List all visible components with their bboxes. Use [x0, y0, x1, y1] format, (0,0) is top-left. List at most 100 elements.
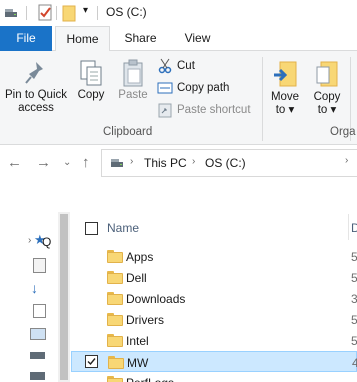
qa-separator [97, 6, 98, 20]
file-list: ^ Name D Apps5Dell5Downloads3Drivers5Int… [71, 212, 357, 382]
column-divider[interactable] [348, 214, 349, 240]
navigation-pane-scrollbar[interactable] [58, 212, 70, 382]
copy-path-icon [156, 80, 174, 96]
file-row[interactable]: PerfLogs [71, 372, 357, 382]
downloads-arrow-icon[interactable]: ↓ [31, 280, 38, 296]
move-to-icon [266, 59, 304, 91]
file-name: Downloads [126, 292, 186, 306]
scrollbar-thumb[interactable] [60, 214, 68, 380]
cut-label: Cut [177, 60, 195, 72]
copy-label: Copy [77, 89, 105, 101]
address-separator-icon[interactable]: › [192, 156, 195, 167]
folder-icon [107, 313, 123, 326]
qa-separator [26, 6, 27, 20]
paste-shortcut-icon [156, 102, 174, 118]
row-checkbox[interactable] [85, 355, 98, 368]
file-name: PerfLogs [126, 376, 174, 382]
tab-file[interactable]: File [0, 26, 52, 51]
new-folder-icon[interactable] [62, 4, 76, 25]
organize-group-label: Orga [330, 126, 356, 138]
properties-icon[interactable] [38, 4, 54, 25]
address-separator-icon[interactable]: › [130, 156, 133, 167]
forward-arrow-icon[interactable]: → [36, 154, 51, 171]
copy-to-icon [308, 59, 346, 91]
drive-nav-icon[interactable] [30, 352, 45, 359]
folder-icon [107, 334, 123, 347]
window-title: OS (C:) [106, 5, 147, 19]
paste-label: Paste [118, 89, 148, 101]
qa-separator [56, 6, 57, 20]
cut-button[interactable]: Cut [156, 56, 195, 76]
breadcrumb-this-pc[interactable]: This PC [144, 156, 187, 170]
paste-shortcut-button[interactable]: Paste shortcut [156, 100, 251, 120]
paste-shortcut-label: Paste shortcut [177, 104, 251, 116]
copy-to-label-line2: to ▾ [317, 104, 337, 116]
column-header-name[interactable]: Name [107, 221, 139, 235]
paste-button[interactable]: Paste [114, 59, 152, 102]
file-row[interactable]: Dell 5 [71, 267, 357, 288]
address-bar[interactable]: › This PC › OS (C:) › [101, 149, 357, 177]
up-arrow-icon[interactable]: ↑ [82, 154, 90, 171]
select-all-checkbox[interactable] [85, 222, 98, 235]
ribbon-tabs: File Home Share View [0, 26, 357, 52]
file-name: Drivers [126, 313, 164, 327]
file-row[interactable]: Drivers 5 [71, 309, 357, 330]
file-date-modified: 5 [351, 271, 357, 285]
file-date-modified: 5 [351, 313, 357, 327]
this-pc-icon [110, 158, 124, 172]
customize-toolbar-icon[interactable]: ▾ [83, 5, 88, 16]
file-list-header: ^ Name D [71, 212, 357, 242]
sort-caret-icon: ^ [211, 212, 216, 217]
clipboard-group-label: Clipboard [103, 126, 153, 138]
file-date-modified: 4 [352, 356, 357, 370]
folder-icon [107, 376, 123, 382]
quick-access-label[interactable]: Q [42, 235, 51, 249]
folder-icon [107, 292, 123, 305]
network-drive-icon[interactable] [30, 372, 45, 380]
folder-icon [108, 356, 124, 369]
expand-chevron-icon[interactable]: › [28, 235, 31, 246]
scissors-icon [156, 58, 174, 74]
documents-icon[interactable] [33, 304, 46, 318]
file-row[interactable]: MW 4 [71, 351, 357, 372]
folder-icon [107, 271, 123, 284]
copy-path-button[interactable]: Copy path [156, 78, 229, 98]
ribbon-home: Pin to Quick access Copy Paste Cut Copy … [0, 51, 357, 145]
recent-locations-chevron-icon[interactable]: ⌄ [63, 157, 71, 168]
breadcrumb-drive[interactable]: OS (C:) [205, 156, 246, 170]
pin-label-line2: access [18, 102, 54, 114]
navigation-pane: › ★ Q ↓ [0, 212, 55, 382]
pin-icon [2, 59, 70, 89]
pin-to-quick-access-button[interactable]: Pin to Quick access [2, 59, 70, 115]
file-row[interactable]: Downloads 3 [71, 288, 357, 309]
ribbon-separator [262, 57, 263, 141]
address-dropdown-icon[interactable]: › [345, 155, 348, 166]
move-to-label-line2: to ▾ [275, 104, 295, 116]
file-date-modified: 5 [351, 250, 357, 264]
title-bar: ▾ OS (C:) [0, 0, 357, 26]
file-name: Apps [126, 250, 154, 264]
file-name: Intel [126, 334, 149, 348]
copy-button[interactable]: Copy [74, 59, 108, 102]
pin-label-line1: Pin to Quick [5, 89, 67, 101]
folder-icon [107, 250, 123, 263]
back-arrow-icon[interactable]: ← [7, 154, 22, 171]
file-row[interactable]: Intel 5 [71, 330, 357, 351]
desktop-icon[interactable] [33, 258, 46, 273]
navigation-bar: ← → ⌄ ↑ › This PC › OS (C:) › [0, 146, 357, 180]
file-name: MW [127, 356, 149, 370]
tab-share[interactable]: Share [113, 26, 168, 51]
file-date-modified: 3 [351, 292, 357, 306]
tab-view[interactable]: View [170, 26, 225, 51]
copy-to-button[interactable]: Copy to ▾ [308, 59, 346, 117]
content-top-spacer [0, 180, 357, 212]
tab-home[interactable]: Home [55, 26, 110, 52]
copy-path-label: Copy path [177, 82, 230, 94]
column-header-date-modified[interactable]: D [351, 221, 357, 235]
move-to-label-line1: Move [270, 91, 300, 103]
move-to-button[interactable]: Move to ▾ [266, 59, 304, 117]
file-row[interactable]: Apps 5 [71, 246, 357, 267]
file-name: Dell [126, 271, 147, 285]
pictures-icon[interactable] [30, 328, 46, 340]
file-date-modified: 5 [351, 334, 357, 348]
